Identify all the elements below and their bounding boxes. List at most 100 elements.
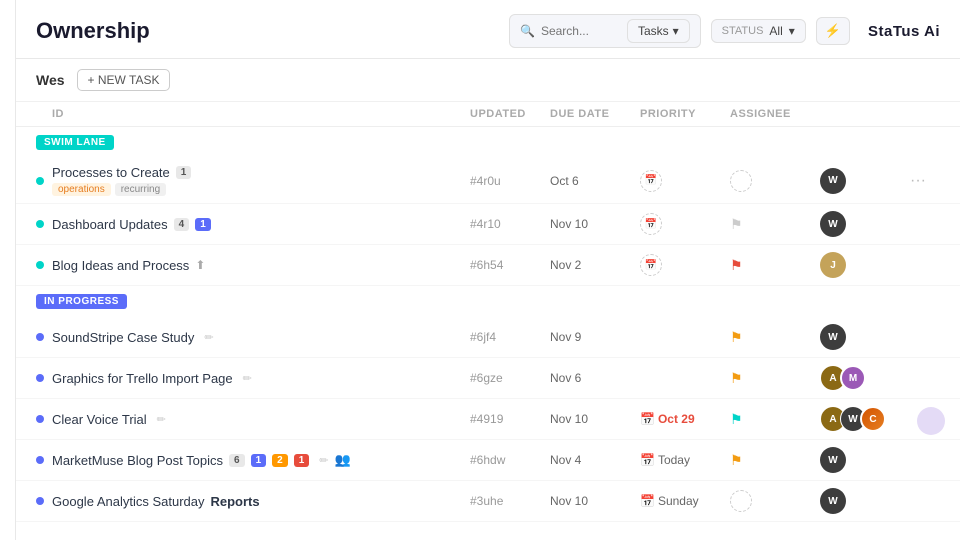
task-status-dot	[36, 374, 44, 382]
task-name-cell: Clear Voice Trial ✏	[36, 412, 470, 427]
search-icon: 🔍	[520, 24, 535, 38]
swim-lane-header: SWIM LANE	[16, 127, 960, 158]
task-name-cell: Processes to Create 1 operations recurri…	[36, 165, 470, 196]
task-priority: ⚑	[730, 452, 820, 469]
chevron-down-icon: ▾	[789, 24, 795, 38]
table-row[interactable]: Processes to Create 1 operations recurri…	[16, 158, 960, 204]
task-priority: ⚑	[730, 216, 820, 233]
priority-flag-yellow: ⚑	[730, 452, 743, 468]
table-row[interactable]: Dashboard Updates 4 1 #4r10 Nov 10 📅 ⚑ W	[16, 204, 960, 245]
task-updated: Nov 2	[550, 258, 640, 272]
tag-operations: operations	[52, 183, 111, 196]
task-name: Clear Voice Trial	[52, 412, 147, 427]
task-assignee: J	[820, 252, 910, 278]
page-header: Ownership 🔍 Tasks ▾ STATUS All ▾	[16, 0, 960, 59]
today-date: Today	[658, 453, 690, 467]
calendar-icon: 📅	[640, 453, 655, 467]
priority-dashed	[730, 490, 752, 512]
status-filter[interactable]: STATUS All ▾	[711, 19, 806, 43]
table-row[interactable]: Google Analytics Saturday Reports #3uhe …	[16, 481, 960, 522]
avatar-group: A W C	[820, 406, 910, 432]
task-updated: Nov 10	[550, 494, 640, 508]
table-row[interactable]: SoundStripe Case Study ✏ #6jf4 Nov 9 ⚑ W	[16, 317, 960, 358]
task-priority: ⚑	[730, 411, 820, 428]
new-task-button[interactable]: + NEW TASK	[77, 69, 171, 91]
task-more[interactable]: ···	[910, 172, 940, 190]
avatar-group: A M	[820, 365, 910, 391]
cursor-glow	[917, 407, 945, 435]
task-due-date: 📅 Oct 29	[640, 412, 730, 426]
avatar: J	[820, 252, 846, 278]
due-date-display: 📅 Oct 29	[640, 412, 730, 426]
task-status-dot	[36, 333, 44, 341]
task-due-date: 📅 Sunday	[640, 494, 730, 508]
task-updated: Nov 10	[550, 217, 640, 231]
task-priority: ⚑	[730, 370, 820, 387]
task-name-wrapper: Dashboard Updates 4 1	[52, 217, 211, 232]
edit-icon[interactable]: ✏	[243, 372, 252, 385]
more-icon[interactable]: ···	[910, 172, 926, 189]
task-status-dot	[36, 497, 44, 505]
task-badge: 6	[229, 454, 245, 467]
table-header: ID UPDATED DUE DATE PRIORITY ASSIGNEE	[16, 102, 960, 127]
task-id: #3uhe	[470, 494, 550, 508]
task-priority	[730, 490, 820, 512]
lanes-container: SWIM LANE Processes to Create 1 operatio…	[16, 127, 960, 540]
avatar: W	[820, 488, 846, 514]
edit-icon[interactable]: ✏	[319, 454, 328, 467]
task-id: #4r10	[470, 217, 550, 231]
task-id: #6jf4	[470, 330, 550, 344]
task-assignee: W	[820, 447, 910, 473]
tasks-dropdown[interactable]: Tasks ▾	[627, 19, 690, 43]
task-assignee: W	[820, 488, 910, 514]
calendar-icon-btn: 📅	[640, 254, 662, 276]
share-icon: ⬆	[195, 258, 205, 272]
task-status-dot	[36, 456, 44, 464]
table-row[interactable]: Clear Voice Trial ✏ #4919 Nov 10 📅 Oct 2…	[16, 399, 960, 440]
page-title: Ownership	[36, 18, 150, 44]
priority-flag-teal: ⚑	[730, 411, 743, 427]
task-name-cell: MarketMuse Blog Post Topics 6 1 2 1 ✏ 👥	[36, 452, 470, 468]
task-name-cell: Dashboard Updates 4 1	[36, 217, 470, 232]
avatar: W	[820, 211, 846, 237]
task-id: #4r0u	[470, 174, 550, 188]
avatar-purple: M	[840, 365, 866, 391]
edit-icon[interactable]: ✏	[204, 331, 213, 344]
task-assignee: A M	[820, 365, 910, 391]
calendar-icon-btn: 📅	[640, 170, 662, 192]
priority-flag-yellow: ⚑	[730, 370, 743, 386]
task-badge-orange: 2	[272, 454, 288, 467]
task-name: Dashboard Updates	[52, 217, 168, 232]
task-status-dot	[36, 220, 44, 228]
task-badge-red: 1	[294, 454, 310, 467]
due-date-display: 📅 Today	[640, 453, 730, 467]
table-row[interactable]: Blog Ideas and Process ⬆ #6h54 Nov 2 📅 ⚑…	[16, 245, 960, 286]
task-name-cell: Blog Ideas and Process ⬆	[36, 258, 470, 273]
table-row[interactable]: Graphics for Trello Import Page ✏ #6gze …	[16, 358, 960, 399]
people-icon[interactable]: 👥	[334, 452, 350, 468]
task-status-dot	[36, 261, 44, 269]
task-priority: ⚑	[730, 329, 820, 346]
task-name: MarketMuse Blog Post Topics	[52, 453, 223, 468]
col-assignee: ASSIGNEE	[730, 108, 820, 120]
table-row[interactable]: MarketMuse Blog Post Topics 6 1 2 1 ✏ 👥 …	[16, 440, 960, 481]
col-updated: UPDATED	[470, 108, 550, 120]
search-bar[interactable]: 🔍 Tasks ▾	[509, 14, 701, 48]
sidebar	[0, 0, 16, 540]
col-actions	[910, 108, 940, 120]
task-badge: 4	[174, 218, 190, 231]
edit-icon[interactable]: ✏	[157, 413, 166, 426]
task-name: Google Analytics Saturday	[52, 494, 204, 509]
task-assignee: W	[820, 324, 910, 350]
calendar-icon: 📅	[640, 412, 655, 426]
task-status-dot	[36, 415, 44, 423]
sunday-date: Sunday	[658, 494, 699, 508]
task-name-cell: Graphics for Trello Import Page ✏	[36, 371, 470, 386]
filter-button[interactable]: ⚡	[816, 17, 850, 45]
filter-icon: ⚡	[825, 23, 841, 38]
search-input[interactable]	[541, 24, 621, 38]
task-updated: Nov 6	[550, 371, 640, 385]
user-name: Wes	[36, 72, 65, 88]
avatar: W	[820, 324, 846, 350]
task-id: #6hdw	[470, 453, 550, 467]
